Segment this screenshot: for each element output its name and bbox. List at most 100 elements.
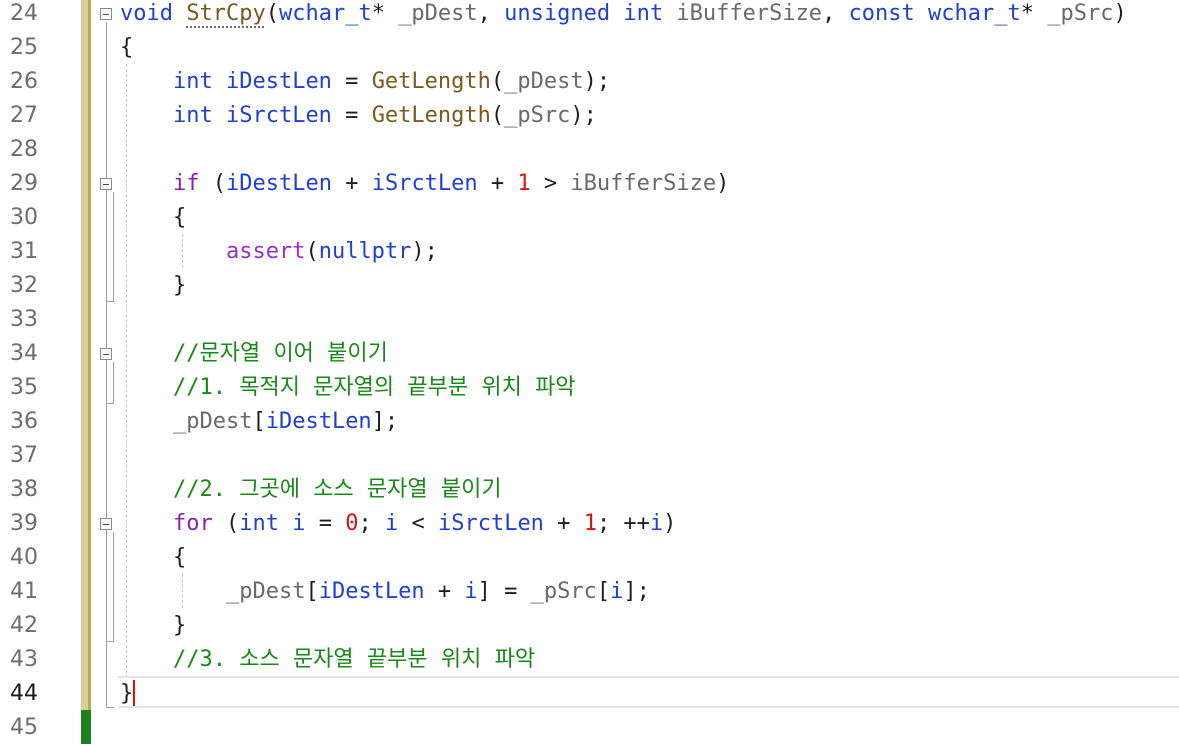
- line-number: 24: [10, 1, 38, 26]
- code-line[interactable]: for (int i = 0; i < iSrctLen + 1; ++i): [120, 507, 676, 541]
- code-line[interactable]: assert(nullptr);: [120, 235, 438, 269]
- code-token: ): [1113, 1, 1127, 26]
- code-token: _pSrc: [530, 579, 597, 604]
- outline-line-comment: [113, 362, 114, 404]
- collapse-box-icon[interactable]: [100, 8, 112, 20]
- collapse-box-icon[interactable]: [100, 518, 112, 530]
- code-token: iSrctLen: [371, 171, 478, 196]
- code-line[interactable]: //2. 그곳에 소스 문자열 붙이기: [120, 473, 502, 507]
- line-number: 45: [10, 715, 38, 740]
- line-number: 35: [10, 375, 38, 400]
- code-line[interactable]: int iDestLen = GetLength(_pDest);: [120, 65, 610, 99]
- code-line[interactable]: _pDest[iDestLen + i] = _pSrc[i];: [120, 575, 650, 609]
- code-token: _pDest: [398, 1, 478, 26]
- code-token: i: [384, 511, 399, 536]
- code-line[interactable]: if (iDestLen + iSrctLen + 1 > iBufferSiz…: [120, 167, 729, 201]
- line-number: 28: [10, 137, 38, 162]
- line-number: 37: [10, 443, 38, 468]
- code-token: ] =: [477, 579, 531, 604]
- line-number: 39: [10, 511, 38, 536]
- code-token: >: [530, 171, 571, 196]
- code-token: );: [583, 69, 611, 94]
- code-token: (: [265, 1, 279, 26]
- code-line[interactable]: int iSrctLen = GetLength(_pSrc);: [120, 99, 597, 133]
- code-token: (: [490, 103, 505, 128]
- code-token: int: [172, 103, 226, 128]
- code-line[interactable]: {: [120, 31, 133, 65]
- outline-line-if: [113, 192, 114, 302]
- code-token: 1: [583, 511, 597, 536]
- code-editor[interactable]: 24 25 26 27 28 29 30 31 32 33 34 35 36 37 38 39 40 41 42 43…: [0, 0, 1179, 744]
- line-number: 36: [10, 409, 38, 434]
- code-token: void: [120, 1, 187, 26]
- code-token: iSrctLen: [437, 511, 544, 536]
- code-line[interactable]: //문자열 이어 붙이기: [120, 337, 388, 371]
- code-token: (: [305, 239, 319, 264]
- code-token: ];: [623, 579, 650, 604]
- line-number: 32: [10, 273, 38, 298]
- code-token: +: [424, 579, 465, 604]
- code-token: ; ++: [596, 511, 650, 536]
- code-token: wchar_t: [278, 1, 372, 26]
- code-line[interactable]: //3. 소스 문자열 끝부분 위치 파악: [120, 643, 535, 677]
- line-number: 44: [10, 681, 38, 706]
- code-token: //1. 목적지 문자열의 끝부분 위치 파악: [172, 375, 576, 400]
- code-line[interactable]: {: [120, 541, 186, 575]
- code-token: //3. 소스 문자열 끝부분 위치 파악: [172, 647, 536, 672]
- code-line[interactable]: }: [120, 677, 133, 711]
- code-token: iSrctLen: [225, 103, 332, 128]
- code-token: (: [490, 69, 505, 94]
- code-token: assert: [225, 239, 306, 264]
- code-token: {: [120, 545, 187, 570]
- collapse-box-icon[interactable]: [100, 178, 112, 190]
- code-token: i: [610, 579, 624, 604]
- code-token: =: [331, 69, 372, 94]
- code-token: {: [120, 205, 187, 230]
- line-number: 34: [10, 341, 38, 366]
- code-token: }: [120, 613, 187, 638]
- unsaved-change-bar: [81, 710, 91, 744]
- code-token: iDestLen: [265, 409, 372, 434]
- code-token: _pSrc: [504, 103, 571, 128]
- line-number: 41: [10, 579, 38, 604]
- text-caret: [133, 680, 135, 706]
- code-token: (: [199, 171, 226, 196]
- code-token: i: [292, 511, 306, 536]
- code-token: _pDest: [172, 409, 253, 434]
- code-line[interactable]: void StrCpy(wchar_t* _pDest, unsigned in…: [120, 0, 1127, 31]
- code-token: ];: [371, 409, 399, 434]
- code-line[interactable]: }: [120, 269, 186, 303]
- code-token: for: [172, 511, 213, 536]
- line-number: 25: [10, 35, 38, 60]
- code-token: //문자열 이어 붙이기: [172, 341, 388, 366]
- code-token: ,: [822, 1, 849, 26]
- collapse-box-icon[interactable]: [100, 348, 112, 360]
- code-token: );: [570, 103, 597, 128]
- code-token: int: [172, 69, 226, 94]
- line-number: 26: [10, 69, 38, 94]
- code-token: [: [252, 409, 266, 434]
- saved-change-bar-edge: [88, 0, 91, 710]
- code-token: iDestLen: [225, 69, 332, 94]
- code-token: ): [663, 511, 677, 536]
- code-line[interactable]: //1. 목적지 문자열의 끝부분 위치 파악: [120, 371, 576, 405]
- line-number: 29: [10, 171, 38, 196]
- code-line[interactable]: _pDest[iDestLen];: [120, 405, 398, 439]
- code-token: GetLength: [371, 103, 491, 128]
- code-token: );: [411, 239, 438, 264]
- code-token: nullptr: [318, 239, 412, 264]
- code-token: *: [1020, 1, 1048, 26]
- code-token: iBufferSize: [676, 1, 823, 26]
- code-line[interactable]: }: [120, 609, 186, 643]
- code-token: unsigned int: [504, 1, 677, 26]
- outline-end-tick: [106, 301, 114, 302]
- code-line[interactable]: {: [120, 201, 186, 235]
